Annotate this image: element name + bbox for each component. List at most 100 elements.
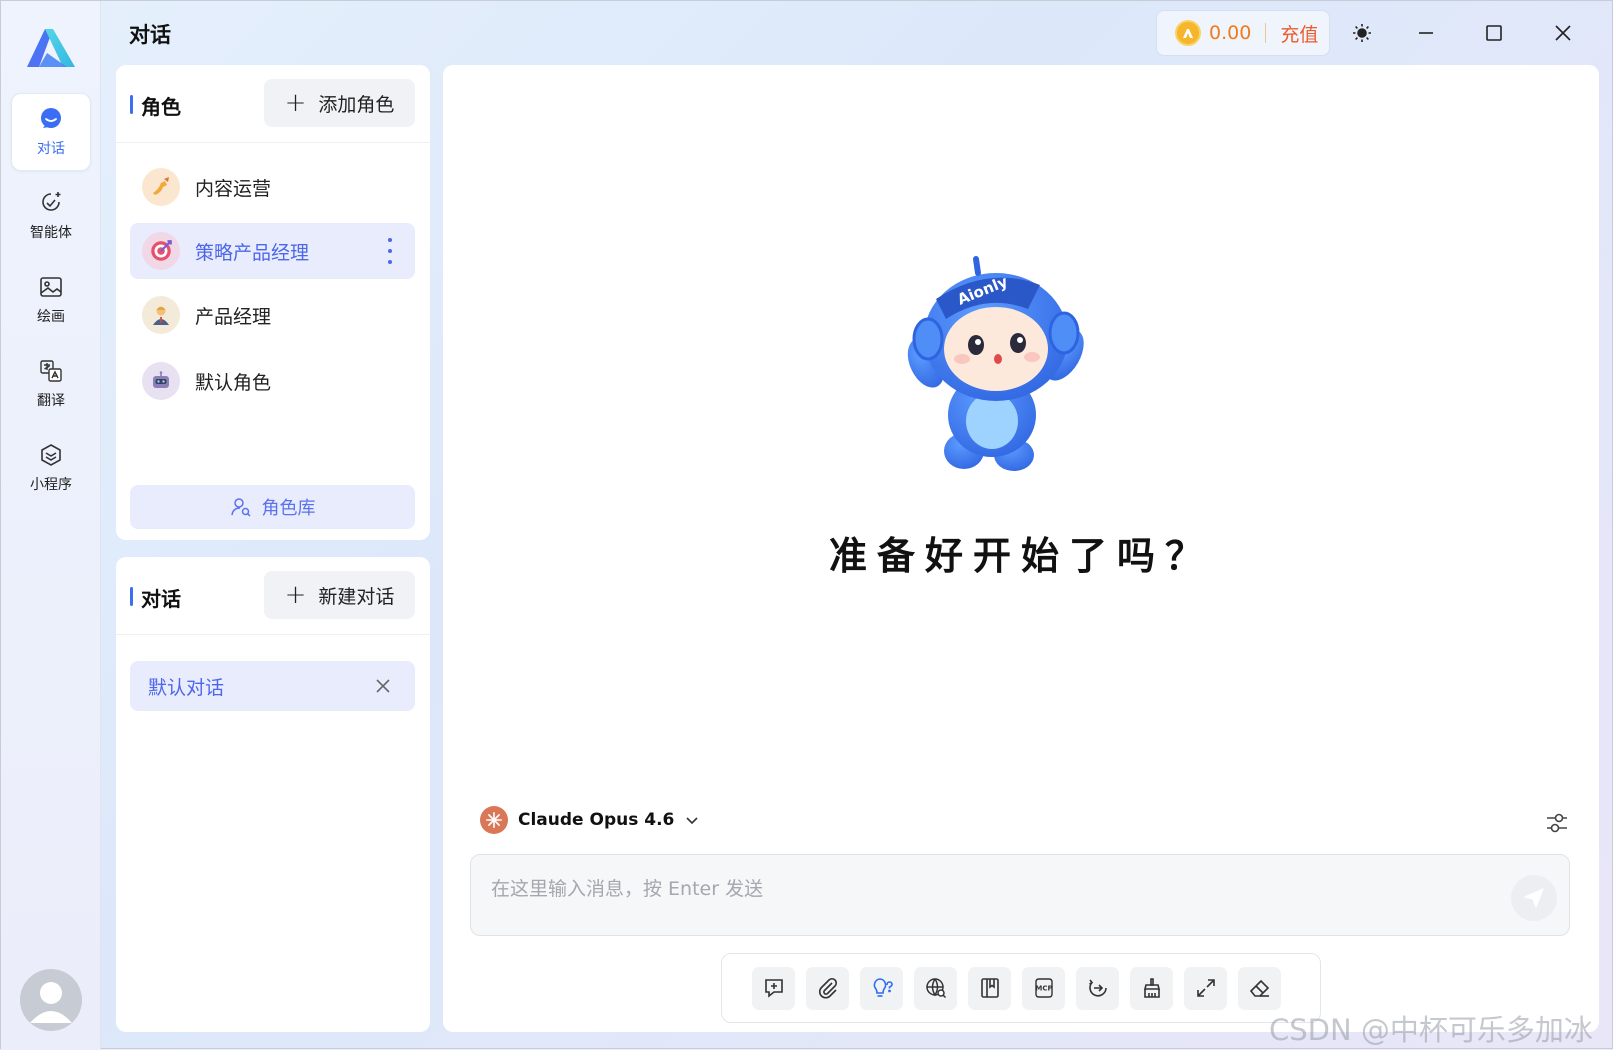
chats-panel-title: 对话 [141,587,181,611]
attach-button[interactable] [806,966,849,1010]
send-icon [1524,888,1544,908]
user-avatar[interactable] [20,969,82,1031]
chevron-down-icon [686,817,698,825]
app-logo-icon [27,29,75,67]
nav-item-agent[interactable]: 智能体 [11,177,91,255]
role-library-label: 角色库 [261,498,316,519]
nav-item-miniapp[interactable]: 小程序 [11,429,91,507]
add-role-button[interactable]: + 添加角色 [264,79,415,127]
new-chat-button[interactable]: + 新建对话 [264,571,415,619]
chats-panel-header: 对话 + 新建对话 [116,557,430,635]
chat-item-label: 默认对话 [148,676,225,699]
new-topic-button[interactable] [752,966,795,1010]
sliders-settings-icon[interactable] [1543,809,1571,837]
nav-item-label: 绘画 [37,309,65,325]
arrow-circle-icon [1088,979,1107,997]
close-icon [1555,25,1571,41]
lightbulb-question-icon [873,978,893,997]
theme-toggle-button[interactable] [1344,15,1380,51]
role-item-label: 策略产品经理 [195,241,310,264]
more-options-icon[interactable] [387,238,393,264]
clear-context-button[interactable] [1130,966,1173,1010]
miniapp-icon [41,444,61,466]
section-accent-bar [130,95,133,114]
quick-phrase-button[interactable] [1076,966,1119,1010]
main-chat-area: Aionly 准备好开始了吗？ Claude Opus 4.6 在这里输入消息，… [443,65,1599,1032]
minimize-button[interactable] [1408,15,1444,51]
welcome-headline: 准备好开始了吗？ [828,534,1213,578]
role-library-button[interactable]: 角色库 [130,485,415,529]
deep-think-button[interactable] [860,966,903,1010]
nav-item-label: 智能体 [30,225,72,241]
page-title: 对话 [129,23,171,47]
role-item-label: 产品经理 [195,305,272,328]
role-item-content-ops[interactable]: 内容运营 [130,159,415,215]
message-input-box [470,854,1570,936]
role-item-strategy-pm[interactable]: 策略产品经理 [130,223,415,279]
sun-icon [1353,24,1371,42]
close-icon[interactable] [373,676,393,696]
nav-item-label: 翻译 [37,393,65,409]
role-item-label: 默认角色 [195,371,272,394]
roles-panel-header: 角色 + 添加角色 [116,65,430,143]
eraser-icon [1249,979,1269,997]
claude-logo-icon [480,806,508,834]
model-selector[interactable]: Claude Opus 4.6 [480,806,700,834]
nav-item-label: 对话 [37,141,65,157]
knowledge-base-button[interactable] [968,966,1011,1010]
roles-panel: 角色 + 添加角色 内容运营 策略产品经理 产品经理 默认角色 角色库 [116,65,430,540]
roles-panel-title: 角色 [141,95,181,119]
user-silhouette-icon [30,982,72,1023]
translate-icon [40,360,62,382]
mascot-illustration: Aionly [907,256,1084,471]
globe-search-icon [925,978,946,999]
nav-item-chat[interactable]: 对话 [11,93,91,171]
maximize-button[interactable] [1476,15,1512,51]
clear-input-button[interactable] [1238,966,1281,1010]
chat-bubble-icon [41,108,61,128]
user-search-icon [230,498,251,517]
nav-item-label: 小程序 [30,477,72,493]
message-plus-icon [764,979,783,998]
add-role-label: 添加角色 [318,93,395,116]
role-item-default[interactable]: 默认角色 [130,353,415,409]
recharge-button[interactable]: 充值 [1280,20,1318,47]
message-input[interactable] [491,867,1471,911]
paperclip-icon [818,977,837,999]
close-window-button[interactable] [1545,15,1581,51]
writing-hand-icon [142,168,180,206]
model-name: Claude Opus 4.6 [518,810,675,830]
web-search-button[interactable] [914,966,957,1010]
section-accent-bar [130,587,133,606]
expand-icon [1196,979,1215,997]
role-item-pm[interactable]: 产品经理 [130,287,415,343]
image-icon [40,277,62,297]
new-chat-label: 新建对话 [318,585,395,608]
chat-item-default[interactable]: 默认对话 [130,661,415,711]
send-button[interactable] [1511,875,1557,921]
balance-amount: 0.00 [1209,22,1252,44]
balance-widget: 0.00 充值 [1156,10,1330,56]
mcp-button[interactable]: MCP [1022,966,1065,1010]
agent-icon [42,192,61,211]
mcp-icon: MCP [1034,978,1053,998]
csdn-watermark: CSDN @中杯可乐多加冰 [1269,1013,1593,1047]
plus-icon: + [284,88,307,118]
person-icon [142,296,180,334]
nav-item-translate[interactable]: 翻译 [11,345,91,423]
input-toolbar: MCP [721,953,1321,1023]
coin-icon [1175,20,1201,46]
nav-item-draw[interactable]: 绘画 [11,261,91,339]
role-item-label: 内容运营 [195,177,272,200]
broom-icon [1143,978,1160,998]
book-icon [980,978,999,998]
minimize-icon [1419,32,1433,34]
target-icon [142,232,180,270]
svg-text:MCP: MCP [1035,985,1052,993]
plus-icon: + [284,580,307,610]
expand-button[interactable] [1184,966,1227,1010]
app-window: 对话 智能体 绘画 翻译 小程序 对话 0.00 充值 角色 + 添加角色 内容… [0,0,1613,1050]
left-nav-rail: 对话 智能体 绘画 翻译 小程序 [1,1,101,1050]
chats-panel: 对话 + 新建对话 默认对话 [116,557,430,1032]
maximize-icon [1486,25,1502,41]
